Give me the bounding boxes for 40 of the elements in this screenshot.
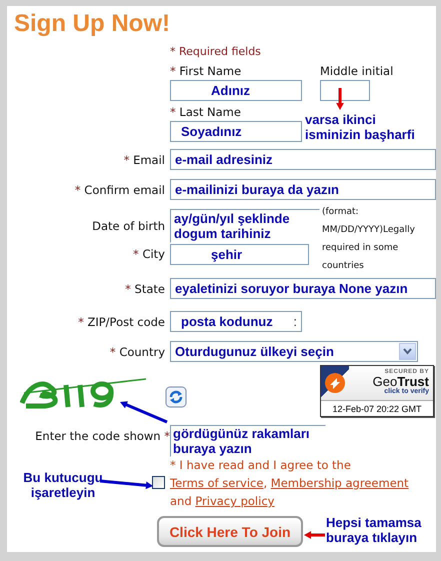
refresh-icon[interactable]: [165, 386, 187, 408]
input-field[interactable]: posta kodunuz :: [170, 311, 302, 332]
input-field[interactable]: gördügünüz rakamları buraya yazın: [170, 425, 326, 457]
policy-link[interactable]: Membership agreement: [270, 476, 409, 490]
join-button[interactable]: Click Here To Join: [157, 516, 303, 547]
annotation-text: varsa ikinci isminizin başharfi: [305, 112, 415, 142]
field-label: Middle initial: [320, 63, 394, 79]
field-label: * First Name: [170, 63, 242, 79]
field-label: * Email: [122, 152, 165, 166]
badge-brand: GeoTrust: [372, 375, 429, 388]
input-field[interactable]: Soyadınız: [170, 121, 302, 142]
page-title: Sign Up Now!: [13, 9, 171, 39]
annotation-text: Bu kutucugu işaretleyin: [22, 470, 104, 500]
chevron-down-icon: [403, 348, 412, 355]
field-label: * Country: [108, 344, 165, 358]
policy-link[interactable]: Privacy policy: [195, 494, 274, 508]
input-field[interactable]: şehir: [170, 244, 309, 265]
field-label: Enter the code shown *: [34, 429, 170, 443]
input-field[interactable]: e-mail adresiniz: [170, 149, 436, 170]
arrow-circle-icon: [324, 372, 346, 394]
field-label: * City: [132, 247, 165, 261]
input-field[interactable]: e-mailinizi buraya da yazın: [170, 179, 436, 200]
field-label: Date of birth: [91, 219, 165, 233]
dropdown-button[interactable]: [399, 343, 416, 360]
badge-timestamp: 12-Feb-07 20:22 GMT: [321, 400, 433, 417]
annotation-text: Hepsi tamamsa buraya tıklayın: [326, 515, 422, 545]
required-note: * Required fields: [170, 45, 262, 59]
agreement-text: * I have read and I agree to the Terms of service, Membership agreement and Privacy policy: [170, 457, 410, 510]
date-format-note: (format: MM/DD/YYYY)Legally required in some countries: [322, 206, 416, 273]
policy-link[interactable]: Terms of service: [170, 476, 264, 490]
field-label: * ZIP/Post code: [77, 314, 165, 328]
input-field[interactable]: [320, 80, 370, 101]
input-field[interactable]: ay/gün/yıl şeklinde dogum tarihiniz: [170, 209, 320, 243]
field-label: * Confirm email: [74, 182, 165, 196]
input-field[interactable]: Adınız: [170, 80, 302, 101]
field-label: * Last Name: [170, 104, 241, 120]
field-label: * State: [124, 282, 165, 296]
checkbox[interactable]: [152, 476, 165, 489]
input-field[interactable]: Oturdugunuz ülkeyi seçin: [170, 341, 418, 362]
input-field[interactable]: eyaletinizi soruyor buraya None yazın: [170, 278, 436, 299]
